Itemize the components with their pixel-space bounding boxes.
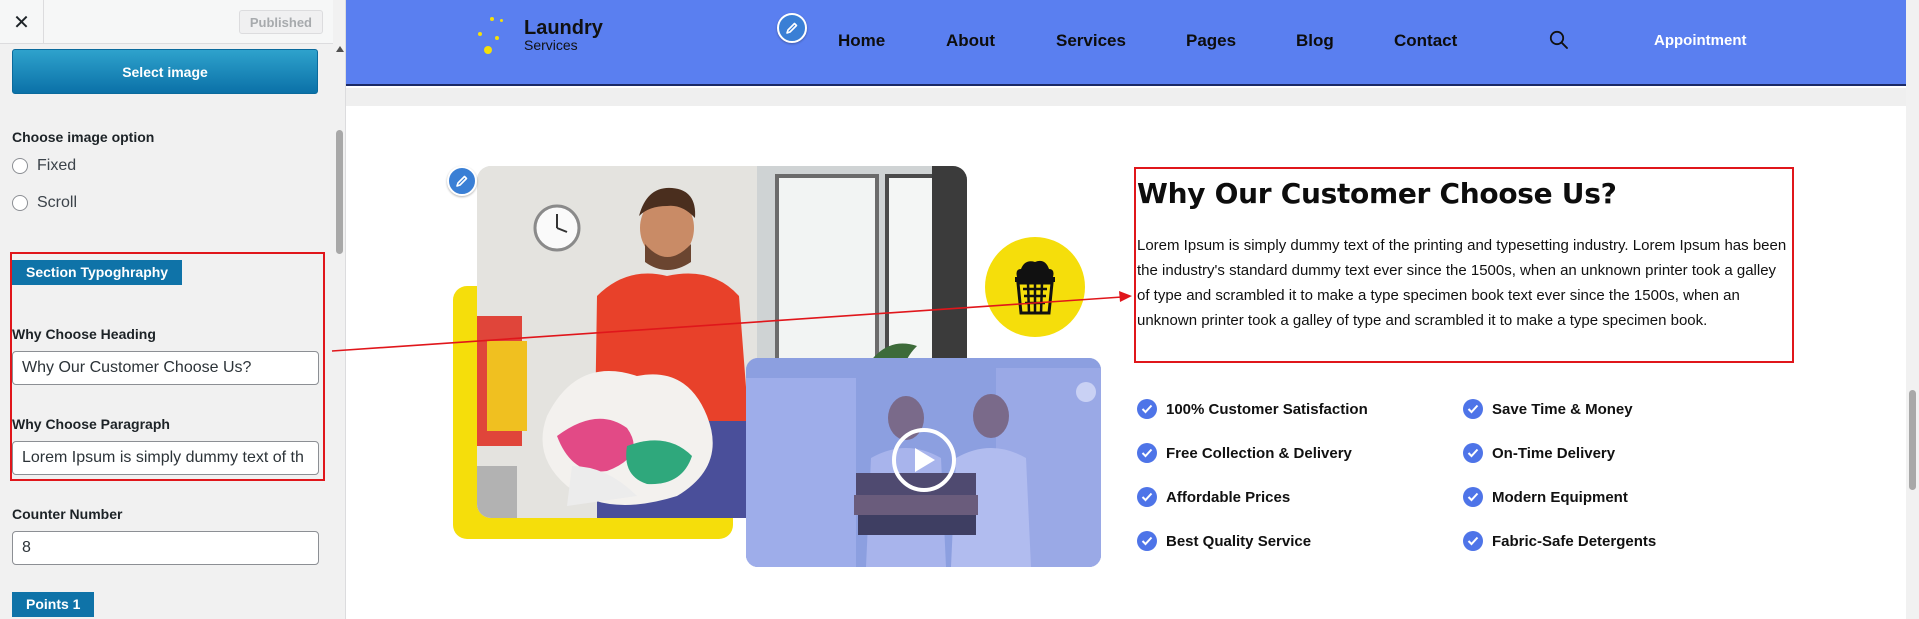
points-badge: Points 1 bbox=[12, 592, 95, 617]
point-label: Free Collection & Delivery bbox=[1166, 444, 1352, 462]
point-label: 100% Customer Satisfaction bbox=[1166, 400, 1368, 418]
play-button[interactable] bbox=[892, 428, 956, 492]
nav-contact[interactable]: Contact bbox=[1394, 31, 1457, 51]
edit-shortcut-pencil-icon[interactable] bbox=[777, 13, 807, 43]
check-icon bbox=[1137, 487, 1157, 507]
laundry-basket-icon bbox=[1015, 260, 1055, 315]
counter-input[interactable]: 8 bbox=[12, 531, 319, 565]
point-item: Best Quality Service bbox=[1137, 531, 1311, 551]
check-icon bbox=[1137, 531, 1157, 551]
point-item: 100% Customer Satisfaction bbox=[1137, 399, 1368, 419]
nav-services[interactable]: Services bbox=[1056, 31, 1126, 51]
appointment-button[interactable]: Appointment bbox=[1654, 32, 1746, 49]
point-item: Modern Equipment bbox=[1463, 487, 1628, 507]
nav-home[interactable]: Home bbox=[838, 31, 885, 51]
point-item: Fabric-Safe Detergents bbox=[1463, 531, 1656, 551]
highlight-box-controls bbox=[10, 252, 325, 481]
check-icon bbox=[1463, 487, 1483, 507]
why-choose-heading: Why Our Customer Choose Us? bbox=[1137, 177, 1617, 210]
point-label: Fabric-Safe Detergents bbox=[1492, 532, 1657, 550]
point-item: Save Time & Money bbox=[1463, 399, 1633, 419]
sidebar-scrollbar[interactable] bbox=[333, 44, 345, 619]
select-image-button[interactable]: Select image bbox=[12, 49, 318, 94]
play-icon bbox=[915, 448, 935, 472]
close-customizer-button[interactable]: ✕ bbox=[0, 0, 44, 44]
nav-blog[interactable]: Blog bbox=[1296, 31, 1334, 51]
site-header: Laundry Services Home About Services Pag… bbox=[346, 0, 1906, 86]
nav-pages[interactable]: Pages bbox=[1186, 31, 1236, 51]
check-icon bbox=[1463, 443, 1483, 463]
point-item: Free Collection & Delivery bbox=[1137, 443, 1352, 463]
scroll-up-arrow-icon[interactable] bbox=[336, 46, 344, 52]
image-option-title: Choose image option bbox=[12, 129, 155, 145]
point-label: Affordable Prices bbox=[1166, 488, 1291, 506]
why-choose-paragraph: Lorem Ipsum is simply dummy text of the … bbox=[1137, 237, 1787, 329]
laundry-basket-badge bbox=[985, 237, 1085, 337]
radio-fixed-label: Fixed bbox=[37, 157, 77, 174]
logo-name: Laundry bbox=[524, 17, 603, 39]
site-logo[interactable]: Laundry Services bbox=[476, 16, 616, 56]
preview-scrollbar[interactable] bbox=[1906, 0, 1919, 619]
customizer-header: ✕ Published bbox=[0, 0, 333, 44]
check-icon bbox=[1137, 399, 1157, 419]
nav-about[interactable]: About bbox=[946, 31, 995, 51]
scrollbar-thumb[interactable] bbox=[336, 130, 343, 254]
video-thumbnail[interactable] bbox=[746, 358, 1101, 567]
radio-circle[interactable] bbox=[12, 195, 28, 211]
point-label: Modern Equipment bbox=[1492, 488, 1628, 506]
point-label: On-Time Delivery bbox=[1492, 444, 1616, 462]
radio-fixed[interactable]: Fixed bbox=[12, 157, 76, 175]
logo-subtitle: Services bbox=[524, 37, 578, 53]
point-label: Save Time & Money bbox=[1492, 400, 1633, 418]
published-button[interactable]: Published bbox=[238, 10, 323, 34]
site-preview: Laundry Services Home About Services Pag… bbox=[346, 0, 1919, 619]
point-item: On-Time Delivery bbox=[1463, 443, 1615, 463]
header-divider-bar bbox=[346, 88, 1906, 106]
check-icon bbox=[1463, 531, 1483, 551]
check-icon bbox=[1137, 443, 1157, 463]
customizer-sidebar: ✕ Published Select image Choose image op… bbox=[0, 0, 346, 619]
radio-scroll[interactable]: Scroll bbox=[12, 194, 77, 212]
scrollbar-thumb[interactable] bbox=[1909, 390, 1916, 490]
radio-circle[interactable] bbox=[12, 158, 28, 174]
point-item: Affordable Prices bbox=[1137, 487, 1290, 507]
counter-field-label: Counter Number bbox=[12, 506, 123, 522]
check-icon bbox=[1463, 399, 1483, 419]
radio-scroll-label: Scroll bbox=[37, 194, 78, 211]
point-label: Best Quality Service bbox=[1166, 532, 1312, 550]
edit-shortcut-pencil-icon[interactable] bbox=[447, 166, 477, 196]
search-icon[interactable] bbox=[1548, 29, 1570, 51]
